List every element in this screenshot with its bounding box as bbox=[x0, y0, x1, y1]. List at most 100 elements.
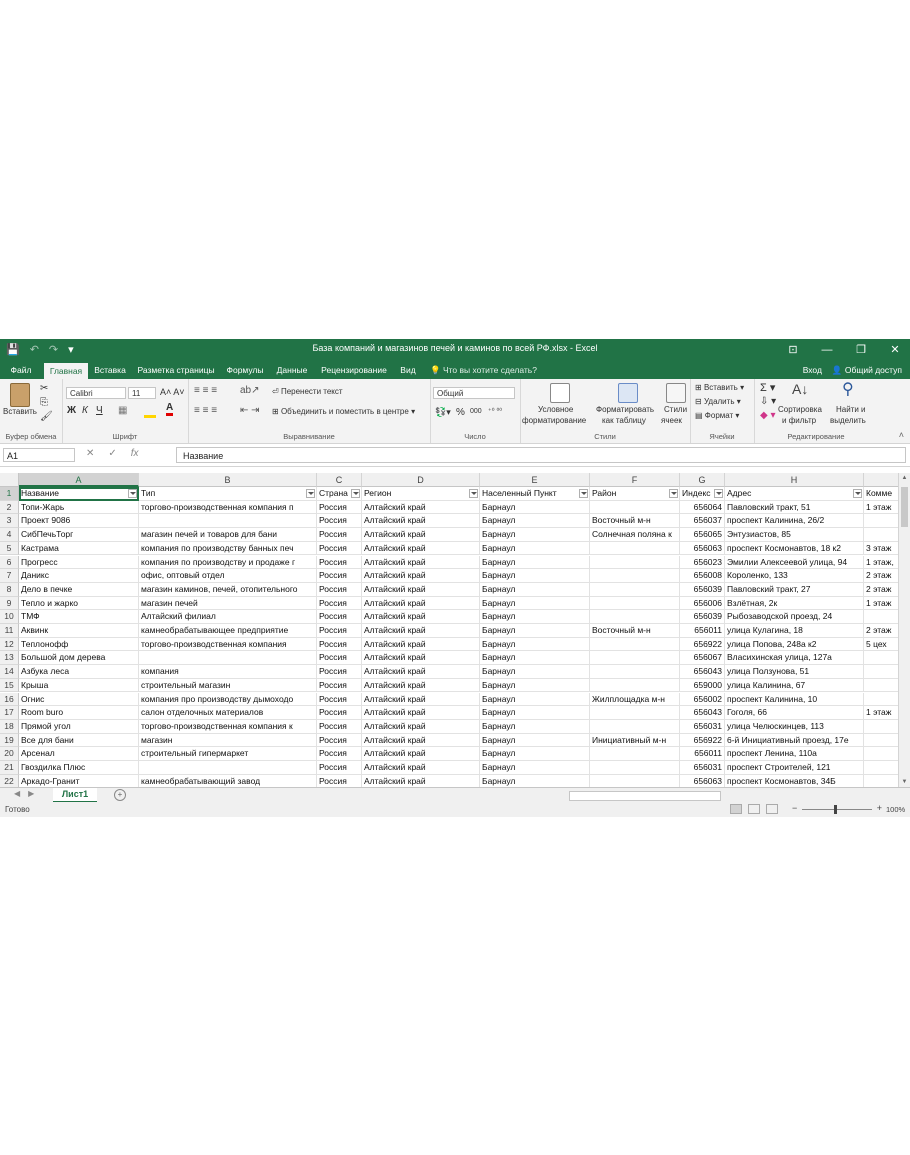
table-cell[interactable]: Барнаул bbox=[480, 678, 590, 693]
filter-dropdown-icon[interactable] bbox=[469, 489, 478, 498]
select-all-corner[interactable] bbox=[0, 473, 19, 487]
row-header[interactable]: 19 bbox=[0, 733, 19, 748]
table-cell[interactable]: Алтайский край bbox=[362, 541, 480, 556]
table-cell[interactable]: 6-й Инициативный проезд, 17е bbox=[725, 733, 864, 748]
table-cell[interactable]: Барнаул bbox=[480, 761, 590, 775]
table-cell[interactable]: Room buro bbox=[19, 706, 139, 720]
table-cell[interactable]: Алтайский край bbox=[362, 637, 480, 652]
ribbon-display-icon[interactable]: ⊡ bbox=[784, 341, 802, 359]
table-cell[interactable]: 656067 bbox=[680, 651, 725, 666]
table-cell[interactable]: СибПечьТорг bbox=[19, 528, 139, 542]
table-cell[interactable] bbox=[590, 555, 680, 570]
tab-insert[interactable]: Вставка bbox=[90, 361, 130, 379]
table-cell[interactable] bbox=[590, 651, 680, 666]
row-header[interactable]: 9 bbox=[0, 596, 19, 611]
horizontal-scrollbar[interactable] bbox=[555, 790, 900, 801]
table-cell[interactable]: Инициативный м-н bbox=[590, 733, 680, 748]
autosum-icon[interactable]: Σ ▾ bbox=[760, 381, 775, 394]
table-cell[interactable]: Барнаул bbox=[480, 610, 590, 624]
next-sheet-icon[interactable]: ▶ bbox=[28, 789, 34, 798]
row-header[interactable]: 2 bbox=[0, 500, 19, 515]
table-cell[interactable]: камнеобрабатывающий завод bbox=[139, 774, 317, 787]
table-cell[interactable]: 656922 bbox=[680, 637, 725, 652]
column-header-i[interactable] bbox=[864, 473, 898, 487]
restore-button[interactable]: ❐ bbox=[852, 341, 870, 359]
row-header[interactable]: 21 bbox=[0, 761, 19, 775]
table-cell[interactable]: Алтайский край bbox=[362, 528, 480, 542]
table-cell[interactable]: улица Ползунова, 51 bbox=[725, 665, 864, 679]
table-cell[interactable]: 2 этаж bbox=[864, 624, 898, 638]
column-header-h[interactable]: H bbox=[725, 473, 864, 487]
table-cell[interactable] bbox=[590, 637, 680, 652]
table-cell[interactable]: Кастрама bbox=[19, 541, 139, 556]
table-cell[interactable]: 656063 bbox=[680, 774, 725, 787]
wrap-text-button[interactable]: ⏎ Перенести текст bbox=[272, 387, 343, 396]
row-header[interactable]: 3 bbox=[0, 514, 19, 529]
table-cell[interactable]: компания bbox=[139, 665, 317, 679]
table-cell[interactable]: магазин печей bbox=[139, 596, 317, 611]
filter-dropdown-icon[interactable] bbox=[669, 489, 678, 498]
table-cell[interactable]: 656006 bbox=[680, 596, 725, 611]
zoom-slider[interactable]: − + bbox=[792, 803, 882, 815]
filter-dropdown-icon[interactable] bbox=[853, 489, 862, 498]
zoom-out-icon[interactable]: − bbox=[792, 803, 797, 813]
table-cell[interactable] bbox=[590, 706, 680, 720]
table-cell[interactable]: 656064 bbox=[680, 500, 725, 515]
table-cell[interactable]: Власихинская улица, 127а bbox=[725, 651, 864, 666]
table-cell[interactable]: 659000 bbox=[680, 678, 725, 693]
row-header[interactable]: 10 bbox=[0, 610, 19, 624]
table-cell[interactable] bbox=[139, 514, 317, 529]
table-cell[interactable] bbox=[590, 761, 680, 775]
table-cell[interactable]: Алтайский край bbox=[362, 733, 480, 748]
table-cell[interactable]: проспект Космонавтов, 34Б bbox=[725, 774, 864, 787]
table-cell[interactable]: Аквинк bbox=[19, 624, 139, 638]
borders-icon[interactable]: ▦ bbox=[118, 405, 127, 416]
row-header[interactable]: 18 bbox=[0, 719, 19, 734]
percent-button[interactable]: % bbox=[456, 407, 465, 418]
row-header[interactable]: 20 bbox=[0, 747, 19, 761]
table-cell[interactable]: Дело в печке bbox=[19, 582, 139, 597]
filter-dropdown-icon[interactable] bbox=[579, 489, 588, 498]
table-cell[interactable]: Прогресс bbox=[19, 555, 139, 570]
table-cell[interactable]: Барнаул bbox=[480, 541, 590, 556]
name-box[interactable]: A1 bbox=[3, 448, 75, 462]
italic-button[interactable]: К bbox=[82, 405, 88, 416]
table-cell[interactable]: Гоголя, 66 bbox=[725, 706, 864, 720]
scroll-down-icon[interactable]: ▼ bbox=[899, 777, 910, 787]
table-cell[interactable]: 656065 bbox=[680, 528, 725, 542]
table-cell[interactable]: Огнис bbox=[19, 692, 139, 707]
copy-icon[interactable]: ⎘ bbox=[40, 397, 48, 408]
zoom-level[interactable]: 100% bbox=[886, 805, 905, 814]
align-top-icon[interactable]: ≡ ≡ ≡ bbox=[194, 385, 217, 396]
table-cell[interactable]: проспект Ленина, 110а bbox=[725, 747, 864, 761]
table-cell[interactable]: Барнаул bbox=[480, 500, 590, 515]
table-cell[interactable]: 656031 bbox=[680, 719, 725, 734]
table-cell[interactable]: Барнаул bbox=[480, 774, 590, 787]
table-cell[interactable] bbox=[864, 528, 898, 542]
table-cell[interactable]: Алтайский край bbox=[362, 569, 480, 583]
cancel-icon[interactable]: ✕ bbox=[86, 448, 94, 459]
decimal-icon[interactable]: ⁺⁰ ⁰⁰ bbox=[488, 407, 502, 415]
row-header[interactable]: 4 bbox=[0, 528, 19, 542]
table-cell[interactable] bbox=[864, 775, 898, 787]
table-cell[interactable]: Гвоздилка Плюс bbox=[19, 761, 139, 775]
table-cell[interactable]: Алтайский край bbox=[362, 719, 480, 734]
table-cell[interactable] bbox=[590, 500, 680, 515]
table-cell[interactable]: 656002 bbox=[680, 692, 725, 707]
table-cell[interactable]: Алтайский край bbox=[362, 665, 480, 679]
table-cell[interactable] bbox=[590, 596, 680, 611]
row-header[interactable]: 14 bbox=[0, 665, 19, 679]
column-header-g[interactable]: G bbox=[680, 473, 725, 487]
table-cell[interactable]: Алтайский край bbox=[362, 774, 480, 787]
row-header[interactable]: 12 bbox=[0, 637, 19, 652]
row-header[interactable]: 15 bbox=[0, 678, 19, 693]
table-cell[interactable]: проспект Калинина, 26/2 bbox=[725, 514, 864, 529]
indent-icon[interactable]: ⇤ ⇥ bbox=[240, 405, 260, 416]
vertical-scroll-thumb[interactable] bbox=[901, 487, 908, 527]
header-cell[interactable]: Комме bbox=[864, 487, 898, 501]
number-format-select[interactable]: Общий bbox=[433, 387, 515, 399]
table-cell[interactable]: магазин bbox=[139, 733, 317, 748]
table-cell[interactable] bbox=[864, 610, 898, 624]
table-cell[interactable] bbox=[864, 761, 898, 775]
row-header[interactable]: 13 bbox=[0, 651, 19, 666]
